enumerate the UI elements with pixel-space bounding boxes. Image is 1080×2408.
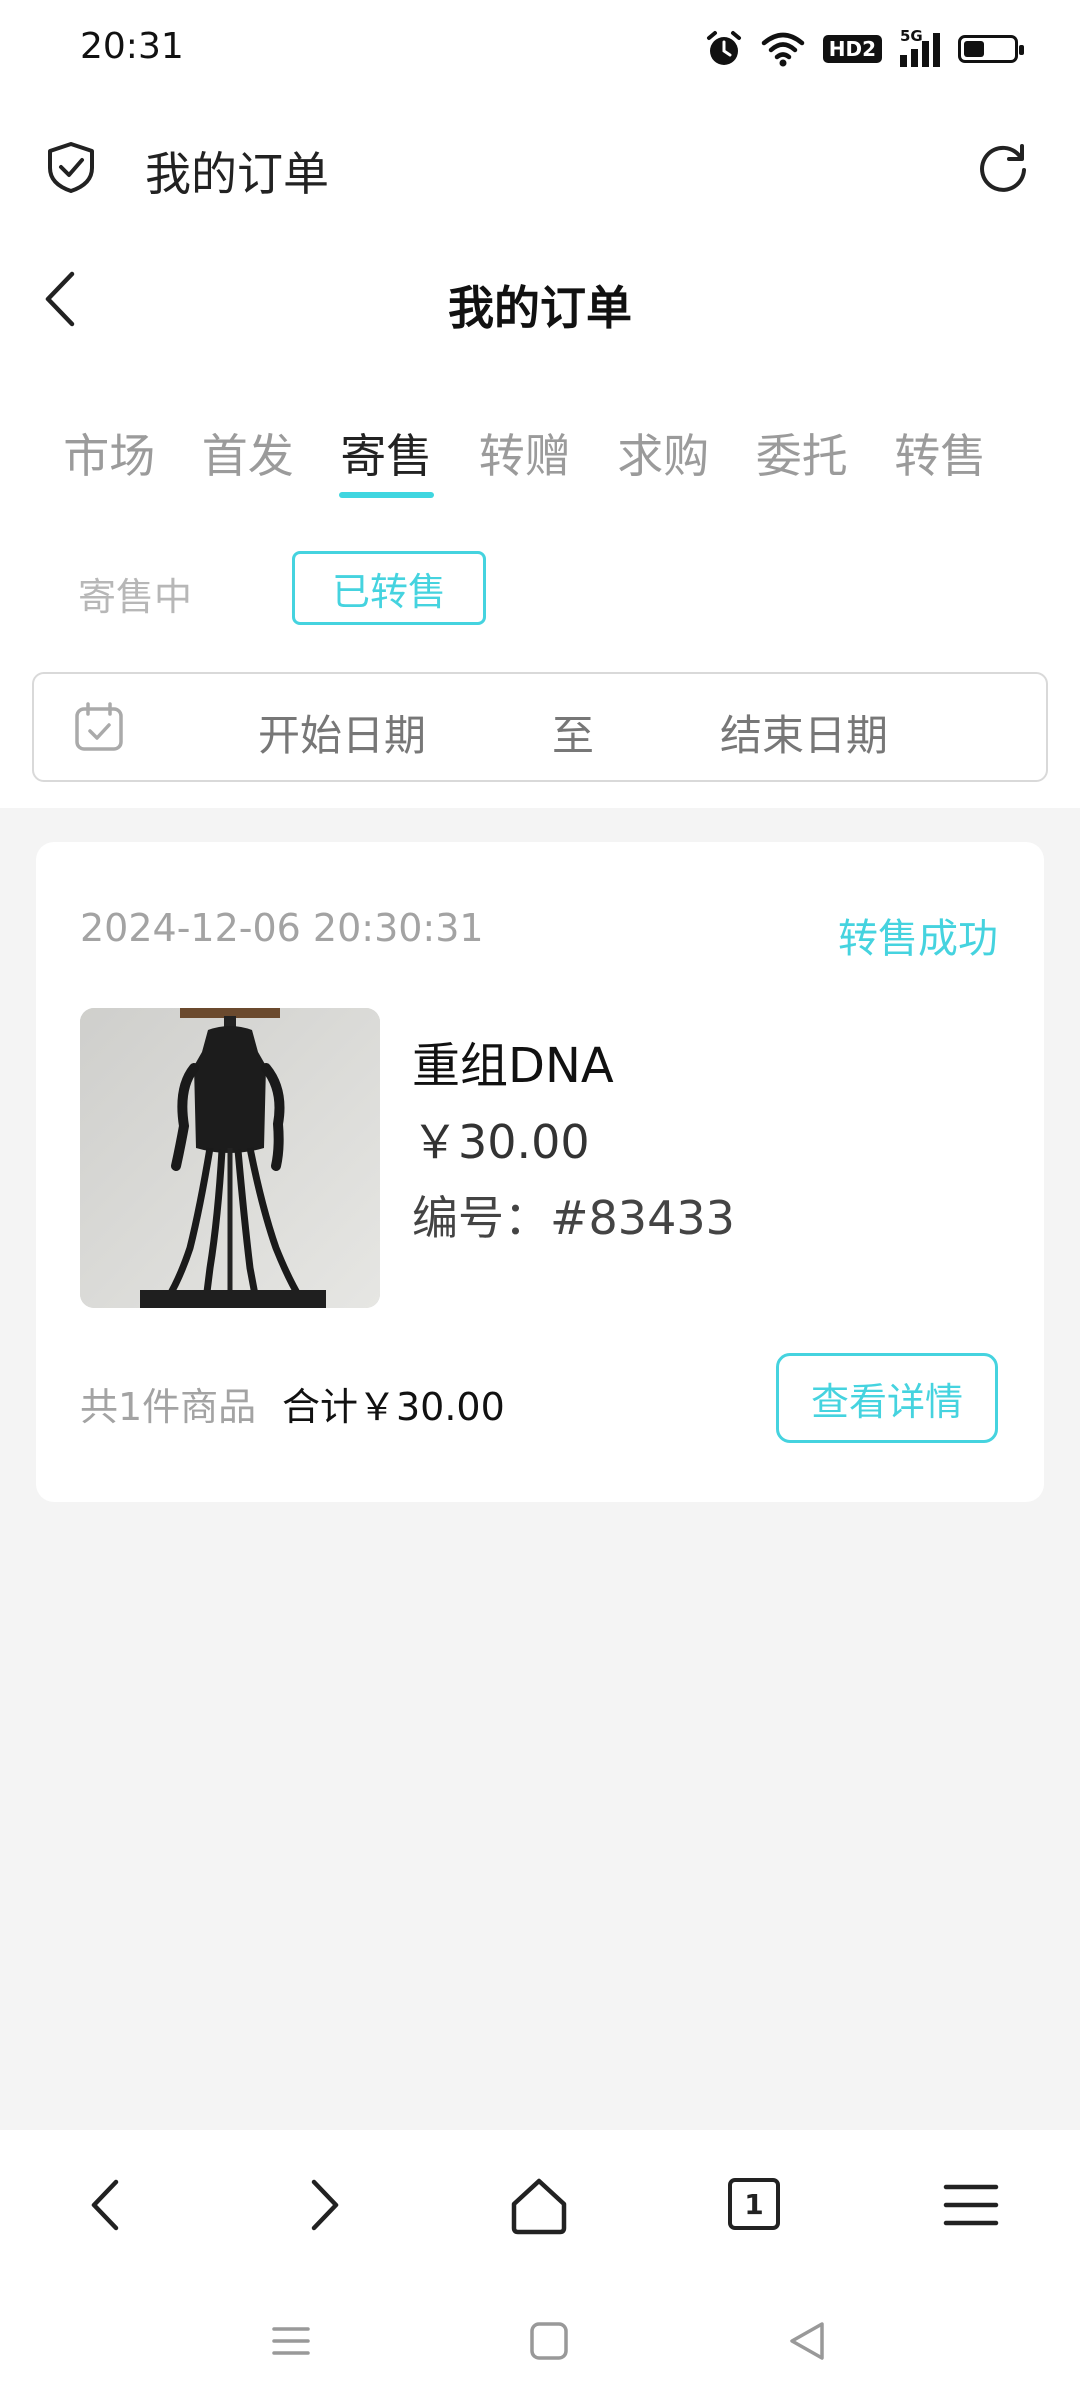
browser-back-icon[interactable] — [72, 2170, 142, 2240]
product-price: ￥30.00 — [412, 1115, 590, 1169]
system-back-icon[interactable] — [784, 2318, 830, 2364]
subtab-resold[interactable]: 已转售 — [292, 551, 486, 625]
home-icon[interactable] — [504, 2170, 574, 2240]
order-time: 2024-12-06 20:30:31 — [80, 906, 484, 950]
date-separator: 至 — [552, 711, 595, 760]
product-image[interactable] — [80, 1008, 380, 1308]
tabs-count-icon[interactable]: 1 — [728, 2178, 780, 2230]
status-time: 20:31 — [80, 26, 184, 67]
tab-consignment[interactable]: 寄售 — [317, 420, 456, 498]
refresh-icon[interactable] — [975, 140, 1031, 196]
shield-icon[interactable] — [44, 140, 98, 194]
view-details-button[interactable]: 查看详情 — [776, 1353, 998, 1443]
browser-forward-icon[interactable] — [288, 2170, 358, 2240]
product-name: 重组DNA — [412, 1038, 614, 1094]
tab-transfer-gift[interactable]: 转赠 — [456, 420, 595, 486]
date-range-filter[interactable] — [32, 672, 1048, 782]
start-date-field[interactable]: 开始日期 — [258, 702, 426, 763]
wifi-icon — [761, 32, 804, 67]
page-title: 我的订单 — [448, 281, 632, 335]
order-type-tabs: 市场 首发 寄售 转赠 求购 委托 转售 — [40, 420, 1070, 498]
order-status: 转售成功 — [838, 916, 998, 962]
calendar-icon — [75, 702, 123, 751]
menu-icon[interactable] — [936, 2170, 1006, 2240]
tab-market[interactable]: 市场 — [40, 420, 179, 486]
battery-icon — [958, 35, 1024, 63]
signal-5g-icon: 5G — [900, 27, 940, 67]
system-home-icon[interactable] — [526, 2318, 572, 2364]
tab-wanted[interactable]: 求购 — [594, 420, 733, 486]
system-menu-icon[interactable] — [268, 2318, 314, 2364]
item-count: 共1件商品 — [80, 1385, 257, 1429]
product-serial-number: 编号：#83433 — [412, 1191, 735, 1245]
status-icons: HD2 5G — [705, 26, 1024, 72]
hd-icon: HD2 — [822, 35, 882, 63]
end-date-field[interactable]: 结束日期 — [720, 702, 888, 763]
tab-resale[interactable]: 转售 — [871, 420, 1010, 486]
subtab-consigning[interactable]: 寄售中 — [78, 566, 192, 621]
browser-page-title: 我的订单 — [145, 147, 329, 201]
alarm-icon — [706, 31, 741, 65]
order-total: 合计￥30.00 — [282, 1385, 505, 1429]
tab-first-release[interactable]: 首发 — [179, 420, 318, 486]
tab-entrust[interactable]: 委托 — [733, 420, 872, 486]
